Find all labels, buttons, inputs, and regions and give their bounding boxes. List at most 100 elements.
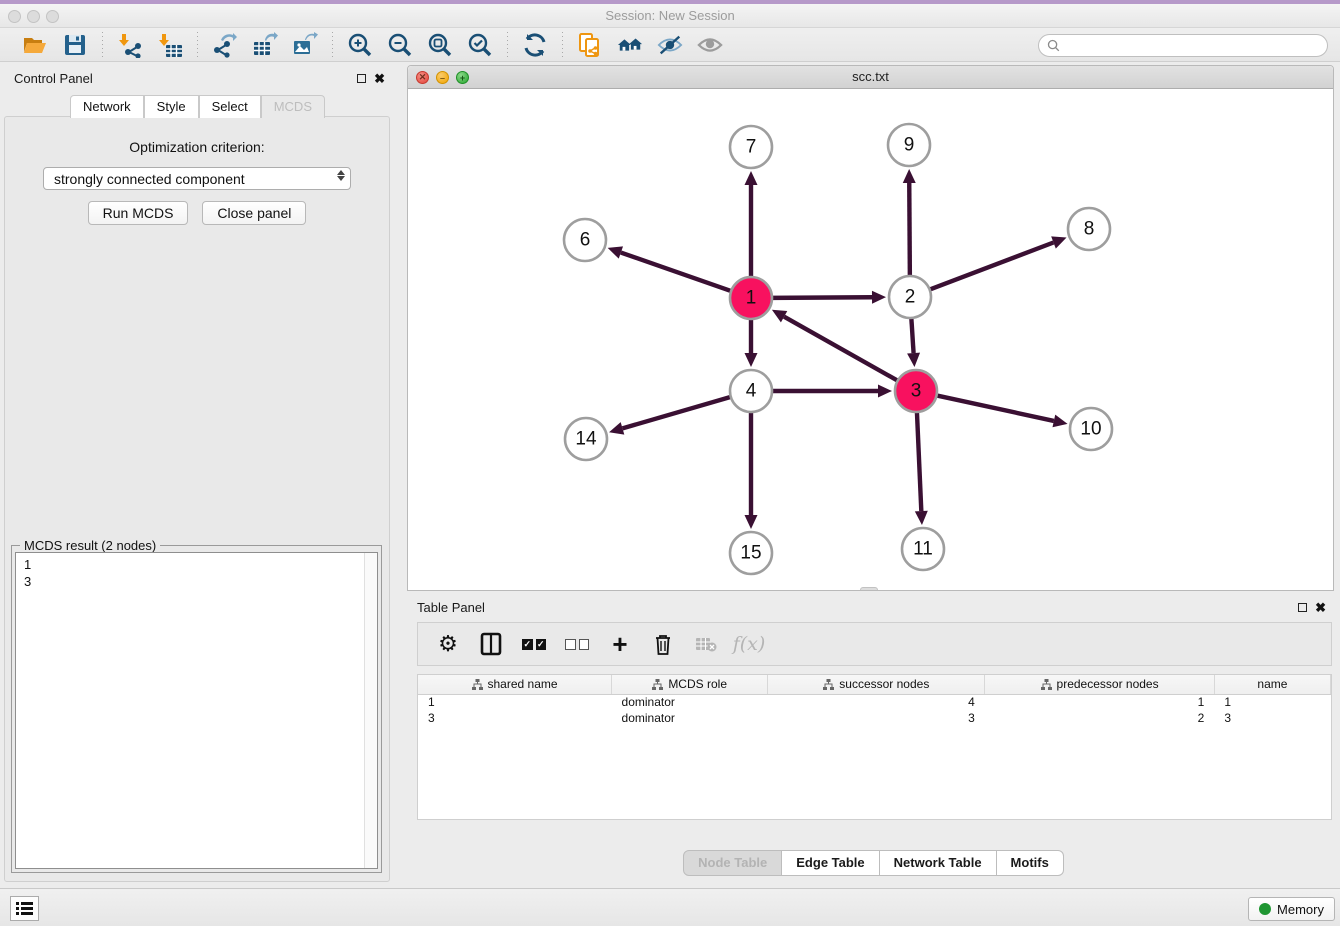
table-header-row[interactable]: shared name MCDS role successor nodesprede… <box>418 675 1331 694</box>
graph-edge-arrowhead <box>1051 236 1066 248</box>
window-title: Session: New Session <box>0 8 1340 23</box>
network-window-titlebar[interactable]: ✕ – + scc.txt <box>408 66 1333 89</box>
table-toolbar: ⚙ ✓✓ + f(x) <box>417 622 1332 666</box>
graph-edge-arrowhead <box>745 353 758 367</box>
refresh-layout-icon[interactable] <box>522 32 548 58</box>
table-row[interactable]: 3dominator323 <box>418 710 1331 726</box>
column-label: MCDS role <box>668 677 727 691</box>
table-tab-motifs[interactable]: Motifs <box>997 850 1064 876</box>
import-network-icon[interactable] <box>117 32 143 58</box>
create-column-icon[interactable]: + <box>608 632 632 656</box>
export-network-icon[interactable] <box>212 32 238 58</box>
selected-option-label: strongly connected component <box>54 171 245 187</box>
control-tab-network[interactable]: Network <box>70 95 144 118</box>
control-tab-select[interactable]: Select <box>199 95 261 118</box>
graph-edge-2-8[interactable] <box>930 242 1054 289</box>
column-header-successor-nodes[interactable]: successor nodes <box>768 675 985 694</box>
run-mcds-button[interactable]: Run MCDS <box>88 201 189 225</box>
memory-status-icon <box>1259 903 1271 915</box>
delete-column-icon[interactable] <box>651 632 675 656</box>
table-cell[interactable]: 1 <box>418 694 612 710</box>
table-cell[interactable]: 3 <box>1214 710 1330 726</box>
close-panel-icon[interactable]: ✖ <box>374 74 385 83</box>
column-header-predecessor-nodes[interactable]: predecessor nodes <box>985 675 1215 694</box>
graph-node-label-9: 9 <box>904 135 915 156</box>
graph-edge-arrowhead <box>745 515 758 529</box>
result-scrollbar[interactable] <box>364 553 377 868</box>
graph-edge-1-6[interactable] <box>621 253 731 292</box>
table-cell[interactable]: 3 <box>768 710 985 726</box>
canvas-bottom-handle[interactable] <box>860 587 878 590</box>
open-file-icon[interactable] <box>22 32 48 58</box>
graph-edge-4-14[interactable] <box>622 397 730 429</box>
show-all-networks-icon[interactable] <box>617 32 643 58</box>
search-input[interactable] <box>1038 34 1328 57</box>
zoom-out-icon[interactable] <box>387 32 413 58</box>
float-table-panel-icon[interactable] <box>1298 603 1307 612</box>
memory-button[interactable]: Memory <box>1248 897 1335 921</box>
graph-edge-3-11[interactable] <box>917 412 921 511</box>
optimization-criterion-select[interactable]: strongly connected component <box>43 167 351 190</box>
control-panel-title: Control Panel <box>14 71 93 86</box>
zoom-selected-icon[interactable] <box>467 32 493 58</box>
table-tab-network-table[interactable]: Network Table <box>880 850 997 876</box>
table-cell[interactable]: 3 <box>418 710 612 726</box>
graph-edge-arrowhead <box>878 385 892 398</box>
graph-edge-arrowhead <box>608 246 623 258</box>
export-image-icon[interactable] <box>292 32 318 58</box>
graph-edge-arrowhead <box>872 291 886 304</box>
select-all-columns-icon[interactable]: ✓✓ <box>522 632 546 656</box>
status-bar: Memory <box>0 888 1340 926</box>
table-cell[interactable]: dominator <box>612 694 768 710</box>
save-session-icon[interactable] <box>62 32 88 58</box>
column-header-MCDS-role[interactable]: MCDS role <box>612 675 768 694</box>
import-table-icon[interactable] <box>157 32 183 58</box>
graph-edge-2-9[interactable] <box>909 183 910 276</box>
close-panel-button[interactable]: Close panel <box>202 201 306 225</box>
graph-edge-3-10[interactable] <box>937 395 1054 420</box>
copy-network-icon[interactable] <box>577 32 603 58</box>
graph-node-label-10: 10 <box>1080 419 1101 440</box>
table-row[interactable]: 1dominator411 <box>418 694 1331 710</box>
column-header-shared-name[interactable]: shared name <box>418 675 612 694</box>
column-label: name <box>1257 677 1287 691</box>
show-eye-icon[interactable] <box>697 32 723 58</box>
main-toolbar <box>0 28 1340 62</box>
float-panel-icon[interactable] <box>357 74 366 83</box>
zoom-in-icon[interactable] <box>347 32 373 58</box>
table-tab-edge-table[interactable]: Edge Table <box>782 850 879 876</box>
graph-edge-3-1[interactable] <box>784 317 898 381</box>
graph-edge-arrowhead <box>915 511 928 525</box>
network-window-title: scc.txt <box>408 69 1333 84</box>
graph-node-label-2: 2 <box>905 287 916 308</box>
show-columns-icon[interactable] <box>479 632 503 656</box>
table-cell[interactable]: 1 <box>1214 694 1330 710</box>
zoom-fit-icon[interactable] <box>427 32 453 58</box>
network-view-window: ✕ – + scc.txt 7968124314101511 <box>407 65 1334 591</box>
sort-tree-icon <box>823 679 834 690</box>
deselect-all-columns-icon[interactable] <box>565 632 589 656</box>
hide-eye-icon[interactable] <box>657 32 683 58</box>
close-table-panel-icon[interactable]: ✖ <box>1315 603 1326 612</box>
graph-edge-2-3[interactable] <box>911 318 913 353</box>
control-panel-tabs: NetworkStyleSelectMCDS <box>0 95 395 118</box>
control-tab-style[interactable]: Style <box>144 95 199 118</box>
table-cell[interactable]: 4 <box>768 694 985 710</box>
mcds-result-textarea[interactable]: 1 3 <box>15 552 378 869</box>
graph-edge-1-2[interactable] <box>772 297 872 298</box>
mcds-tab-panel: Optimization criterion: strongly connect… <box>4 116 390 882</box>
network-graph[interactable]: 7968124314101511 <box>408 89 1333 590</box>
table-cell[interactable]: dominator <box>612 710 768 726</box>
table-cell[interactable]: 1 <box>985 694 1215 710</box>
network-canvas[interactable]: 7968124314101511 <box>408 89 1333 590</box>
graph-edge-arrowhead <box>907 353 920 367</box>
column-header-name[interactable]: name <box>1214 675 1330 694</box>
export-table-icon[interactable] <box>252 32 278 58</box>
table-cell[interactable]: 2 <box>985 710 1215 726</box>
mcds-result-group: MCDS result (2 nodes) 1 3 <box>11 545 382 873</box>
table-tab-node-table[interactable]: Node Table <box>683 850 782 876</box>
control-tab-mcds[interactable]: MCDS <box>261 95 325 118</box>
graph-node-label-14: 14 <box>575 429 597 450</box>
table-settings-gear-icon[interactable]: ⚙ <box>436 632 460 656</box>
task-history-button[interactable] <box>10 896 39 921</box>
